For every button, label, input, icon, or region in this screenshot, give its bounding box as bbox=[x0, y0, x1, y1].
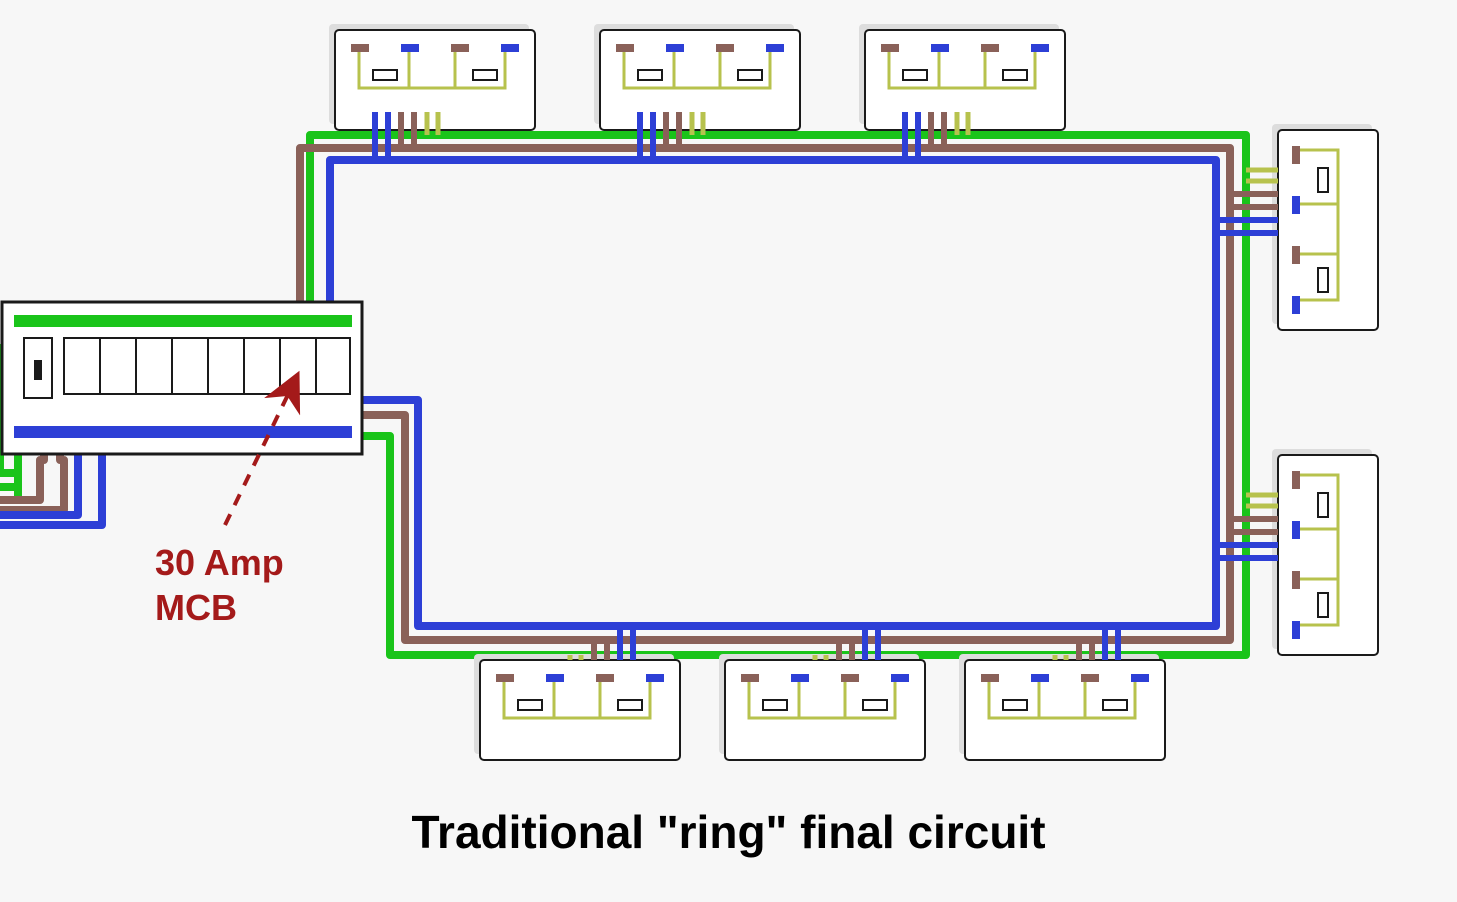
socket-top-3 bbox=[859, 24, 1065, 160]
callout-line2: MCB bbox=[155, 585, 284, 630]
socket-right-1 bbox=[1216, 124, 1378, 330]
socket-top-2 bbox=[594, 24, 800, 160]
ring-circuit-diagram bbox=[0, 0, 1457, 902]
mcb-callout: 30 Amp MCB bbox=[155, 540, 284, 630]
socket-bottom-1 bbox=[474, 626, 680, 760]
callout-line1: 30 Amp bbox=[155, 540, 284, 585]
socket-bottom-3 bbox=[959, 626, 1165, 760]
socket-right-2 bbox=[1216, 449, 1378, 655]
mcb-row bbox=[64, 338, 350, 394]
consumer-unit bbox=[2, 302, 362, 454]
diagram-title: Traditional "ring" final circuit bbox=[0, 805, 1457, 859]
socket-bottom-2 bbox=[719, 626, 925, 760]
socket-top-1 bbox=[329, 24, 535, 160]
